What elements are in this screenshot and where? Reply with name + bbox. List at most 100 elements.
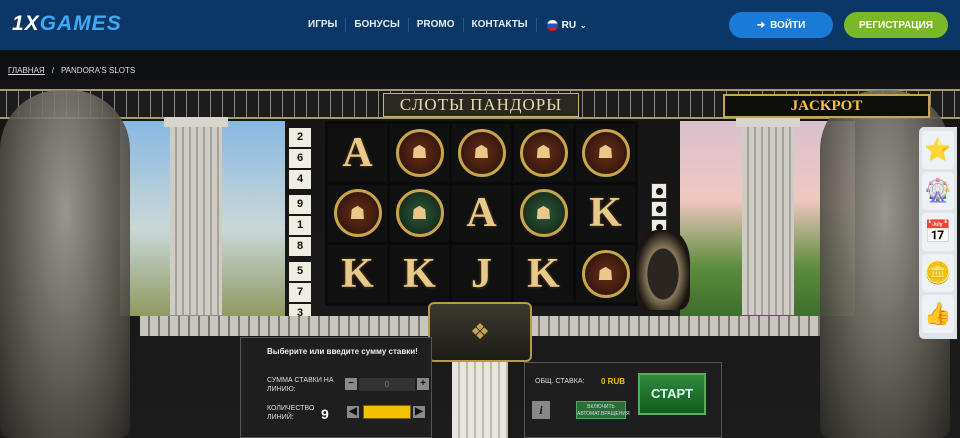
reel-cell: K bbox=[514, 245, 573, 303]
coin-face-icon: ☗ bbox=[535, 202, 552, 223]
nav-promo[interactable]: PROMO bbox=[409, 18, 464, 32]
reel-cell: K bbox=[576, 184, 635, 243]
letter-symbol: A bbox=[342, 129, 373, 176]
lines-increase-button[interactable]: ▶ bbox=[413, 406, 425, 418]
spin-panel: ОБЩ. СТАВКА: 0 RUB СТАРТ i ВКЛЮЧИТЬ АВТО… bbox=[524, 362, 722, 438]
breadcrumb-home[interactable]: ГЛАВНАЯ bbox=[8, 66, 45, 75]
payline-numbers: 2 6 4 9 1 8 5 7 3 bbox=[289, 128, 311, 323]
nav-games[interactable]: ИГРЫ bbox=[300, 18, 347, 32]
bet-decrease-button[interactable]: − bbox=[345, 378, 357, 390]
calendar-icon[interactable]: 📅 bbox=[922, 213, 954, 251]
main-nav: ИГРЫ БОНУСЫ PROMO КОНТАКТЫ RU ⌄ bbox=[300, 0, 587, 50]
letter-symbol: J bbox=[471, 251, 492, 298]
register-label: РЕГИСТРАЦИЯ bbox=[859, 19, 933, 31]
coin-face-icon: ☗ bbox=[411, 142, 428, 163]
payline-number: 7 bbox=[289, 283, 311, 302]
bet-per-line-input[interactable]: 0 bbox=[359, 378, 415, 391]
payline-number: 8 bbox=[289, 237, 311, 256]
warrior-coin-icon: ☗ bbox=[395, 128, 444, 177]
nav-bonuses[interactable]: БОНУСЫ bbox=[346, 18, 409, 32]
breadcrumb: ГЛАВНАЯ / PANDORA'S SLOTS bbox=[8, 66, 135, 75]
right-column bbox=[736, 117, 800, 315]
lines-level-bar bbox=[363, 405, 411, 419]
breadcrumb-separator: / bbox=[51, 66, 54, 75]
pandora-box: ❖ bbox=[428, 302, 532, 362]
coin-icon[interactable]: 🪙 bbox=[922, 254, 954, 292]
slot-reels: A ☗ ☗ ☗ ☗ ☗ ☗ A ☗ K K K J K ☗ bbox=[325, 121, 638, 306]
start-spin-button[interactable]: СТАРТ bbox=[638, 373, 706, 415]
reel-cell: ☗ bbox=[390, 184, 449, 243]
warrior-coin-icon: ☗ bbox=[333, 189, 382, 238]
warrior-coin-icon: ☗ bbox=[457, 128, 506, 177]
payline-marker bbox=[651, 201, 667, 217]
payline-markers-right bbox=[651, 183, 667, 235]
coin-face-icon: ☗ bbox=[597, 142, 614, 163]
payline-number: 1 bbox=[289, 216, 311, 235]
letter-symbol: A bbox=[466, 190, 497, 237]
top-navigation-bar: 1XGAMES ИГРЫ БОНУСЫ PROMO КОНТАКТЫ RU ⌄ … bbox=[0, 0, 960, 50]
reel-cell: K bbox=[390, 245, 449, 303]
reel-cell: ☗ bbox=[576, 245, 635, 303]
stars-icon[interactable]: ⭐ bbox=[922, 131, 954, 169]
jackpot-banner: JACKPOT bbox=[723, 94, 930, 118]
letter-symbol: K bbox=[341, 251, 374, 298]
medusa-coin-icon: ☗ bbox=[395, 189, 444, 238]
reel-cell: ☗ bbox=[390, 124, 449, 182]
reel-cell: A bbox=[452, 184, 511, 243]
warrior-coin-icon: ☗ bbox=[581, 128, 630, 177]
lines-label: КОЛИЧЕСТВО ЛИНИЙ: bbox=[267, 405, 315, 421]
autoplay-button[interactable]: ВКЛЮЧИТЬ АВТОМАТ.ВРАЩЕНИЯ bbox=[576, 401, 630, 419]
reel-cell: ☗ bbox=[452, 124, 511, 182]
medusa-coin-icon: ☗ bbox=[519, 189, 568, 238]
login-label: ВОЙТИ bbox=[770, 19, 806, 31]
left-spartan-statue bbox=[0, 90, 130, 438]
reel-cell: ☗ bbox=[514, 184, 573, 243]
reel-cell: ☗ bbox=[576, 124, 635, 182]
language-selector[interactable]: RU ⌄ bbox=[537, 19, 587, 31]
warrior-coin-icon: ☗ bbox=[581, 250, 630, 299]
payline-number: 5 bbox=[289, 262, 311, 281]
coin-face-icon: ☗ bbox=[411, 202, 428, 223]
total-bet-value: 0 RUB bbox=[601, 377, 626, 386]
breadcrumb-current: PANDORA'S SLOTS bbox=[60, 66, 136, 75]
payline-number: 9 bbox=[289, 195, 311, 214]
warrior-coin-icon: ☗ bbox=[519, 128, 568, 177]
letter-symbol: K bbox=[403, 251, 436, 298]
reel-cell: K bbox=[328, 245, 387, 303]
login-icon: ➜ bbox=[756, 19, 766, 31]
coin-face-icon: ☗ bbox=[473, 142, 490, 163]
reel-cell: ☗ bbox=[328, 184, 387, 243]
letter-symbol: K bbox=[589, 190, 622, 237]
game-title: СЛОТЫ ПАНДОРЫ bbox=[383, 93, 579, 117]
register-button[interactable]: РЕГИСТРАЦИЯ bbox=[844, 12, 948, 38]
coin-face-icon: ☗ bbox=[597, 263, 614, 284]
language-label: RU bbox=[561, 19, 577, 31]
info-button[interactable]: i bbox=[532, 401, 550, 419]
lines-count: 9 bbox=[321, 406, 329, 422]
payline-number: 2 bbox=[289, 128, 311, 147]
chevron-down-icon: ⌄ bbox=[580, 20, 587, 30]
total-bet-label: ОБЩ. СТАВКА: bbox=[535, 378, 585, 385]
reel-cell: ☗ bbox=[514, 124, 573, 182]
lines-decrease-button[interactable]: ◀ bbox=[347, 406, 359, 418]
reel-cell: J bbox=[452, 245, 511, 303]
letter-symbol: K bbox=[527, 251, 560, 298]
payline-number: 6 bbox=[289, 149, 311, 168]
russia-flag-icon bbox=[546, 19, 558, 31]
wheel-icon[interactable]: 🎡 bbox=[922, 172, 954, 210]
reel-cell: A bbox=[328, 124, 387, 182]
payline-marker bbox=[651, 183, 667, 199]
coin-face-icon: ☗ bbox=[349, 202, 366, 223]
payline-number: 4 bbox=[289, 170, 311, 189]
nav-contacts[interactable]: КОНТАКТЫ bbox=[464, 18, 537, 32]
bet-increase-button[interactable]: + bbox=[417, 378, 429, 390]
bet-hint: Выберите или введите сумму ставки! bbox=[267, 347, 418, 356]
side-toolbar: ⭐ 🎡 📅 🪙 👍 bbox=[919, 127, 957, 339]
pedestal bbox=[452, 362, 508, 438]
game-canvas[interactable]: СЛОТЫ ПАНДОРЫ JACKPOT 2 6 4 9 1 8 5 7 3 … bbox=[0, 80, 960, 438]
login-button[interactable]: ➜ ВОЙТИ bbox=[729, 12, 833, 38]
left-column bbox=[164, 117, 228, 315]
thumbs-up-icon[interactable]: 👍 bbox=[922, 295, 954, 333]
logo[interactable]: 1XGAMES bbox=[12, 12, 122, 36]
coin-face-icon: ☗ bbox=[535, 142, 552, 163]
